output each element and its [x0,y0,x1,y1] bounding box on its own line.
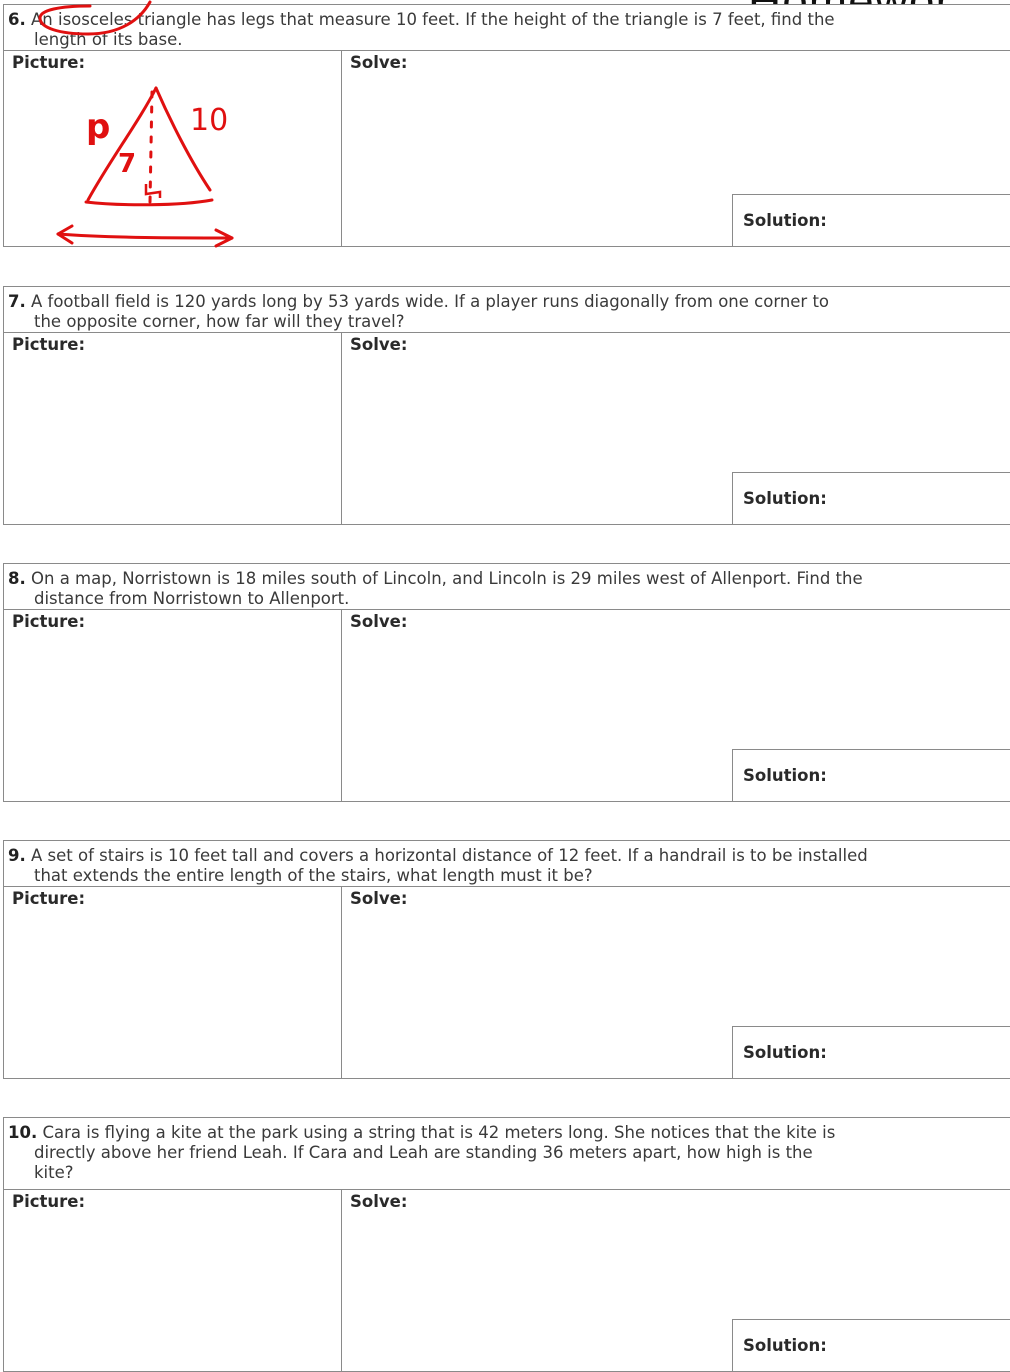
solution-label: Solution: [743,489,827,508]
problem-8: 8. On a map, Norristown is 18 miles sout… [3,563,1010,802]
question-number: 9. [8,846,26,865]
solve-cell[interactable]: Solve: Solution: [342,1190,1010,1371]
solve-label: Solve: [350,612,408,631]
solve-label: Solve: [350,335,408,354]
solve-cell[interactable]: Solve: Solution: [342,610,1010,801]
picture-cell[interactable]: Picture: [4,610,342,801]
solution-label: Solution: [743,1043,827,1062]
question-number: 10. [8,1123,38,1142]
picture-label: Picture: [12,53,86,72]
solution-label: Solution: [743,1336,827,1355]
question-line-2: that extends the entire length of the st… [34,866,593,885]
picture-label: Picture: [12,612,86,631]
question-text: 8. On a map, Norristown is 18 miles sout… [4,564,1010,610]
solution-label: Solution: [743,766,827,785]
question-number: 6. [8,10,26,29]
solution-box[interactable]: Solution: [732,749,1010,801]
question-line-2: the opposite corner, how far will they t… [34,312,405,331]
picture-label: Picture: [12,889,86,908]
work-area: Picture: Solve: Solution: [4,610,1010,801]
question-number: 8. [8,569,26,588]
work-area: Picture: Solve: Solution: [4,333,1010,524]
question-text: 7. A football field is 120 yards long by… [4,287,1010,333]
question-text: 9. A set of stairs is 10 feet tall and c… [4,841,1010,887]
question-line-2: length of its base. [34,30,183,49]
picture-label: Picture: [12,1192,86,1211]
solve-label: Solve: [350,889,408,908]
solve-cell[interactable]: Solve: Solution: [342,51,1010,246]
solve-cell[interactable]: Solve: Solution: [342,887,1010,1078]
picture-cell[interactable]: Picture: [4,887,342,1078]
question-text: 10. Cara is flying a kite at the park us… [4,1118,1010,1190]
question-line-3: kite? [34,1163,74,1182]
problem-10: 10. Cara is flying a kite at the park us… [3,1117,1010,1372]
question-text: 6. An isosceles triangle has legs that m… [4,5,1010,51]
solution-label: Solution: [743,211,827,230]
question-line-1: On a map, Norristown is 18 miles south o… [31,569,863,588]
picture-label: Picture: [12,335,86,354]
work-area: Picture: Solve: Solution: [4,1190,1010,1371]
solution-box[interactable]: Solution: [732,1026,1010,1078]
picture-cell[interactable]: Picture: [4,1190,342,1371]
solve-label: Solve: [350,1192,408,1211]
question-line-2: directly above her friend Leah. If Cara … [34,1143,813,1162]
solution-box[interactable]: Solution: [732,472,1010,524]
question-line-1: A set of stairs is 10 feet tall and cove… [31,846,868,865]
question-line-1: Cara is flying a kite at the park using … [42,1123,836,1142]
solution-box[interactable]: Solution: [732,194,1010,246]
problem-9: 9. A set of stairs is 10 feet tall and c… [3,840,1010,1079]
question-line-2: distance from Norristown to Allenport. [34,589,350,608]
work-area: Picture: Solve: Solution: [4,51,1010,246]
solve-cell[interactable]: Solve: Solution: [342,333,1010,524]
question-line-1: An isosceles triangle has legs that meas… [31,10,835,29]
work-area: Picture: Solve: Solution: [4,887,1010,1078]
solution-box[interactable]: Solution: [732,1319,1010,1371]
problem-6: 6. An isosceles triangle has legs that m… [3,4,1010,247]
question-line-1: A football field is 120 yards long by 53… [31,292,830,311]
problem-7: 7. A football field is 120 yards long by… [3,286,1010,525]
picture-cell[interactable]: Picture: [4,51,342,246]
solve-label: Solve: [350,53,408,72]
picture-cell[interactable]: Picture: [4,333,342,524]
question-number: 7. [8,292,26,311]
